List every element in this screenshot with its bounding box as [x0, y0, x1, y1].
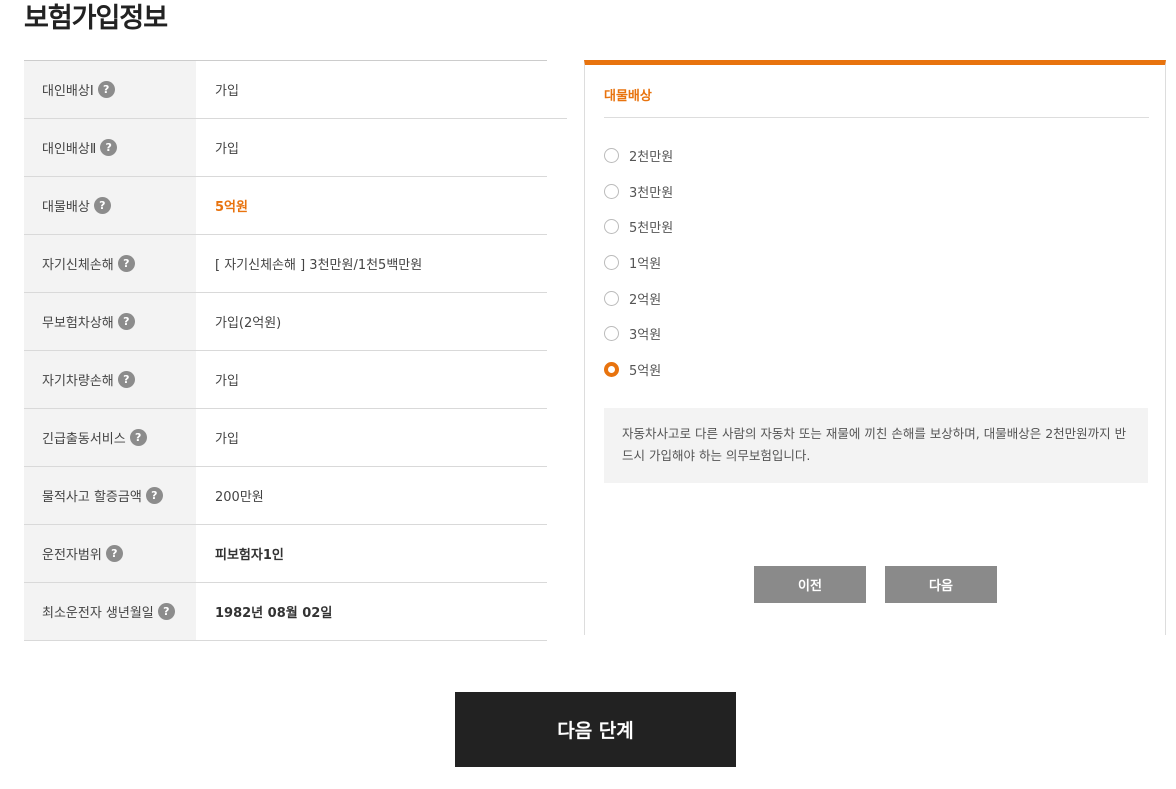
table-row: 대물배상? 5억원	[24, 177, 547, 235]
table-row: 운전자범위? 피보험자1인	[24, 525, 547, 583]
radio-icon[interactable]	[604, 255, 619, 271]
help-icon[interactable]: ?	[117, 371, 135, 388]
row-label: 긴급출동서비스	[42, 432, 126, 447]
row-value: 가입(2억원)	[215, 316, 282, 331]
option-label: 5억원	[629, 363, 662, 379]
help-icon[interactable]: ?	[145, 487, 163, 504]
option-2000man[interactable]: 2천만원	[604, 138, 673, 174]
radio-checked-icon[interactable]	[604, 361, 619, 377]
help-icon[interactable]: ?	[105, 545, 123, 562]
divider	[604, 117, 1149, 118]
row-value: 가입	[215, 142, 239, 157]
help-icon[interactable]: ?	[157, 603, 175, 620]
option-label: 3억원	[629, 328, 662, 344]
prev-button[interactable]: 이전	[754, 566, 866, 603]
row-label: 대인배상Ⅰ	[42, 84, 94, 99]
row-value: [ 자기신체손해 ] 3천만원/1천5백만원	[215, 258, 423, 273]
option-label: 2천만원	[629, 150, 674, 166]
option-label: 2억원	[629, 292, 662, 308]
table-row: 무보험차상해? 가입(2억원)	[24, 293, 547, 351]
row-value: 5억원	[215, 200, 248, 215]
description-box: 자동차사고로 다른 사람의 자동차 또는 재물에 끼친 손해를 보상하며, 대물…	[604, 408, 1148, 483]
coverage-option-panel: 대물배상 2천만원 3천만원 5천만원 1억원 2억원 3억원 5억원 자동차사…	[584, 60, 1166, 635]
next-button[interactable]: 다음	[885, 566, 997, 603]
table-row: 물적사고 할증금액? 200만원	[24, 467, 547, 525]
panel-title: 대물배상	[604, 89, 652, 104]
radio-icon[interactable]	[604, 290, 619, 306]
table-row: 긴급출동서비스? 가입	[24, 409, 547, 467]
row-label: 물적사고 할증금액	[42, 490, 142, 505]
table-row: 대인배상Ⅱ? 가입	[24, 119, 547, 177]
option-label: 5천만원	[629, 221, 674, 237]
option-3000man[interactable]: 3천만원	[604, 174, 673, 210]
option-5000man[interactable]: 5천만원	[604, 209, 673, 245]
table-row: 자기신체손해? [ 자기신체손해 ] 3천만원/1천5백만원	[24, 235, 547, 293]
help-icon[interactable]: ?	[129, 429, 147, 446]
option-label: 3천만원	[629, 185, 674, 201]
help-icon[interactable]: ?	[117, 255, 135, 272]
row-value: 200만원	[215, 490, 264, 505]
row-label: 최소운전자 생년월일	[42, 606, 154, 621]
radio-icon[interactable]	[604, 183, 619, 199]
radio-icon[interactable]	[604, 326, 619, 342]
option-3eok[interactable]: 3억원	[604, 316, 673, 352]
row-value: 가입	[215, 374, 239, 389]
row-label: 자기신체손해	[42, 258, 114, 273]
row-label: 자기차량손해	[42, 374, 114, 389]
coverage-options: 2천만원 3천만원 5천만원 1억원 2억원 3억원 5억원	[604, 138, 673, 387]
row-label: 대물배상	[42, 200, 90, 215]
help-icon[interactable]: ?	[97, 81, 115, 98]
option-5eok[interactable]: 5억원	[604, 352, 673, 388]
option-label: 1억원	[629, 257, 662, 273]
help-icon[interactable]: ?	[117, 313, 135, 330]
option-2eok[interactable]: 2억원	[604, 280, 673, 316]
page-title: 보험가입정보	[24, 3, 168, 34]
table-row: 대인배상Ⅰ? 가입	[24, 61, 567, 119]
table-row: 자기차량손해? 가입	[24, 351, 547, 409]
row-value: 가입	[215, 432, 239, 447]
row-label: 운전자범위	[42, 548, 102, 563]
help-icon[interactable]: ?	[100, 139, 118, 156]
row-value: 1982년 08월 02일	[215, 606, 333, 621]
next-step-button[interactable]: 다음 단계	[455, 692, 736, 767]
row-label: 대인배상Ⅱ	[42, 142, 97, 157]
row-value: 가입	[215, 84, 239, 99]
row-value: 피보험자1인	[215, 548, 284, 563]
radio-icon[interactable]	[604, 219, 619, 235]
table-row: 최소운전자 생년월일? 1982년 08월 02일	[24, 583, 547, 641]
coverage-table: 대인배상Ⅰ? 가입 대인배상Ⅱ? 가입 대물배상? 5억원 자기신체손해? [ …	[24, 60, 567, 641]
help-icon[interactable]: ?	[93, 197, 111, 214]
radio-icon[interactable]	[604, 148, 619, 164]
row-label: 무보험차상해	[42, 316, 114, 331]
option-1eok[interactable]: 1억원	[604, 245, 673, 281]
